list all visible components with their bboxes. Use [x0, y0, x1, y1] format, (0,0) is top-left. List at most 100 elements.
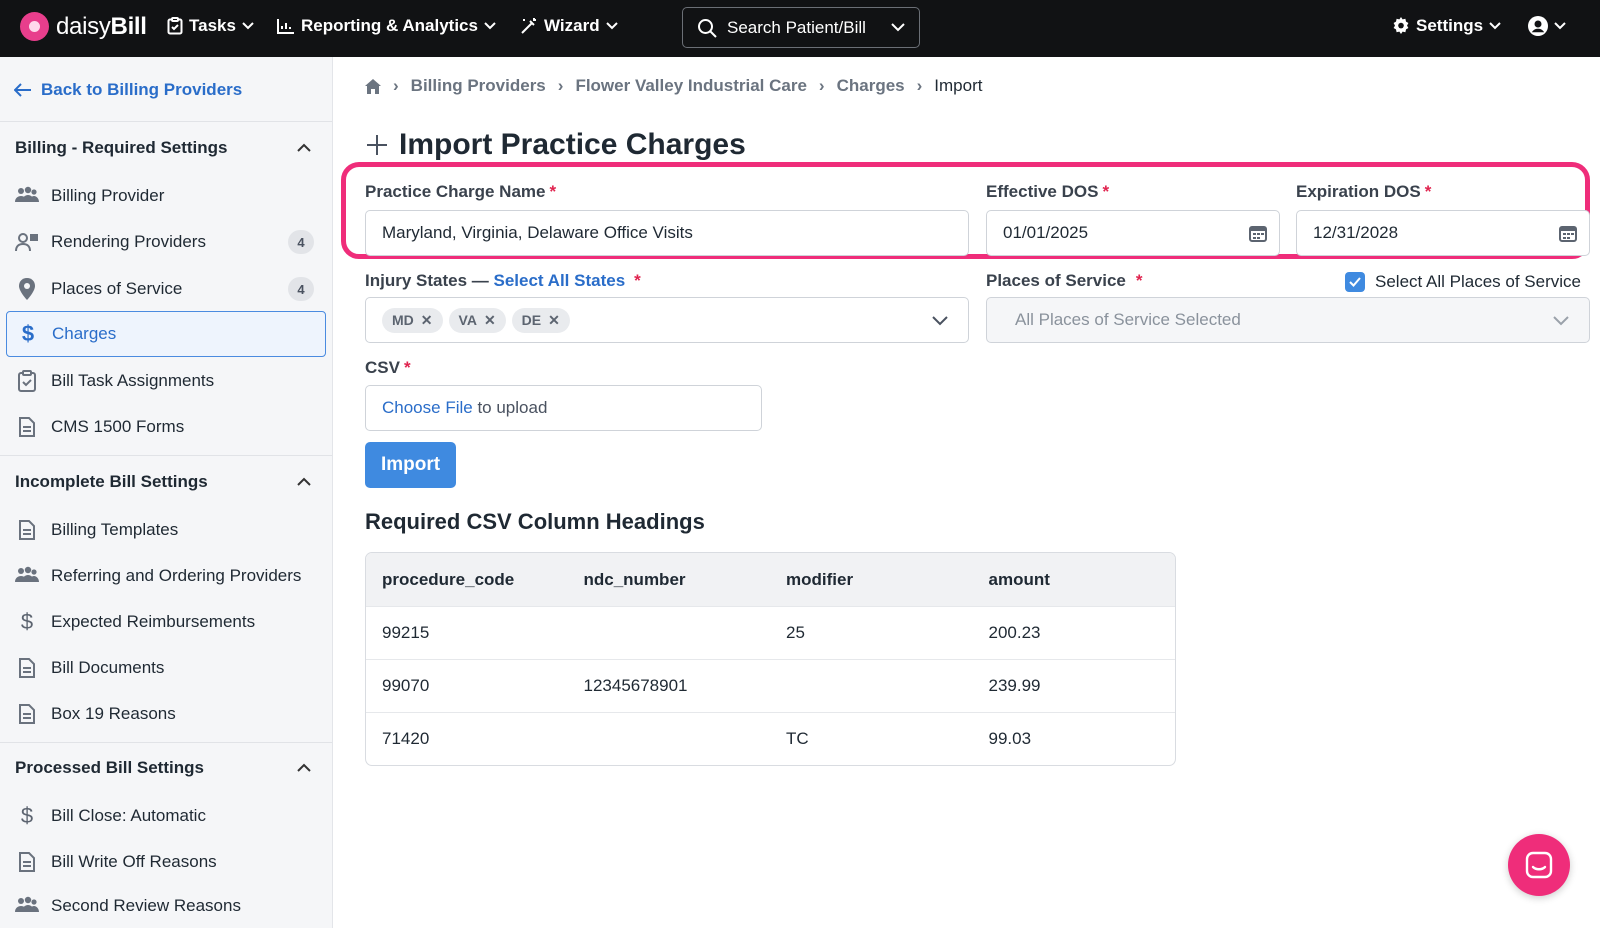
dollar-icon: $ — [21, 321, 35, 346]
sidebar-item-label: Charges — [52, 324, 117, 343]
daisybill-logo[interactable]: daisyBill — [20, 12, 147, 41]
sidebar-item-expected-reimbursements[interactable]: $ Expected Reimbursements — [6, 600, 326, 644]
people-icon — [15, 564, 39, 588]
chart-bars-icon — [277, 19, 294, 34]
sidebar-item-bill-write-off-reasons[interactable]: Bill Write Off Reasons — [6, 840, 326, 884]
sidebar-item-bill-task-assignments[interactable]: Bill Task Assignments — [6, 359, 326, 403]
nav-tasks[interactable]: Tasks — [167, 16, 254, 36]
csv-file-input[interactable]: Choose File to upload — [365, 385, 762, 431]
chevron-down-icon — [605, 22, 618, 30]
sidebar-item-box-19-reasons[interactable]: Box 19 Reasons — [6, 692, 326, 736]
magic-wand-icon — [521, 18, 536, 34]
sidebar-item-label: Bill Task Assignments — [51, 371, 215, 390]
chevron-up-icon[interactable] — [297, 143, 311, 152]
sidebar-item-label: Rendering Providers — [51, 232, 206, 251]
column-header: amount — [988, 569, 1050, 589]
select-all-pos-checkbox[interactable]: Select All Places of Service — [1345, 272, 1581, 292]
remove-x-icon[interactable]: ✕ — [421, 312, 433, 329]
search-icon — [698, 18, 717, 38]
practice-charge-name-input[interactable]: Maryland, Virginia, Delaware Office Visi… — [365, 210, 969, 256]
remove-x-icon[interactable]: ✕ — [484, 312, 496, 329]
to-upload-text: to upload — [477, 398, 548, 417]
search-label: Search Patient/Bill — [727, 17, 866, 37]
injury-states-label: Injury States — Select All States * — [365, 271, 641, 290]
back-to-billing-providers-link[interactable]: Back to Billing Providers — [14, 80, 242, 100]
breadcrumb-separator: › — [916, 76, 923, 95]
sidebar-item-label: Box 19 Reasons — [51, 704, 176, 723]
gear-icon — [1393, 17, 1409, 34]
expiration-dos-label: Expiration DOS * — [1296, 182, 1432, 201]
choose-file-link[interactable]: Choose File — [382, 398, 473, 418]
calendar-icon[interactable] — [1559, 224, 1577, 242]
checkbox-checked-icon[interactable] — [1345, 272, 1365, 292]
page-title: Import Practice Charges — [365, 128, 746, 162]
breadcrumb-charges[interactable]: Charges — [837, 76, 905, 96]
nav-reporting-label: Reporting & Analytics — [301, 16, 478, 35]
sidebar-item-second-review-reasons[interactable]: Second Review Reasons — [6, 884, 326, 928]
arrow-left-icon — [14, 83, 31, 97]
chevron-up-icon[interactable] — [297, 763, 311, 772]
breadcrumb-flower-valley[interactable]: Flower Valley Industrial Care — [575, 76, 806, 96]
breadcrumb-separator: › — [818, 76, 825, 95]
section-title-incomplete-bill: Incomplete Bill Settings — [15, 472, 208, 491]
table-cell: 12345678901 — [583, 676, 688, 695]
sidebar-item-rendering-providers[interactable]: Rendering Providers 4 — [6, 220, 326, 264]
sidebar-item-label: CMS 1500 Forms — [51, 417, 185, 436]
sidebar-item-billing-templates[interactable]: Billing Templates — [6, 508, 326, 552]
sidebar-item-bill-close-automatic[interactable]: $ Bill Close: Automatic — [6, 794, 326, 838]
nav-settings-label: Settings — [1416, 16, 1484, 35]
select-all-states-link[interactable]: Select All States — [494, 271, 626, 290]
chevron-down-icon — [932, 316, 948, 326]
clipboard-check-icon — [167, 17, 183, 35]
home-icon[interactable] — [365, 78, 381, 94]
calendar-icon[interactable] — [1249, 224, 1267, 242]
chevron-down-icon — [484, 22, 496, 30]
required-csv-heading: Required CSV Column Headings — [365, 509, 705, 534]
sidebar-item-referring-ordering-providers[interactable]: Referring and Ordering Providers — [6, 554, 326, 598]
sidebar-item-billing-provider[interactable]: Billing Provider — [6, 174, 326, 218]
column-header: modifier — [786, 569, 854, 589]
brand-name: daisyBill — [56, 12, 147, 40]
table-cell: 25 — [786, 623, 805, 642]
csv-columns-table: procedure_code ndc_number modifier amoun… — [365, 552, 1176, 766]
table-header-row: procedure_code ndc_number modifier amoun… — [366, 553, 1175, 606]
search-patient-bill[interactable]: Search Patient/Bill — [682, 7, 920, 48]
nav-settings[interactable]: Settings — [1392, 16, 1501, 36]
sidebar-item-label: Places of Service — [51, 279, 183, 298]
remove-x-icon[interactable]: ✕ — [548, 312, 560, 329]
sidebar-item-label: Bill Write Off Reasons — [51, 852, 217, 871]
state-tag-de: DE ✕ — [511, 307, 570, 333]
sidebar-item-cms-1500-forms[interactable]: CMS 1500 Forms — [6, 405, 326, 449]
breadcrumb-import: Import — [934, 76, 983, 95]
count-badge: 4 — [288, 230, 314, 254]
chevron-down-icon — [1554, 22, 1566, 30]
divider — [0, 455, 332, 456]
breadcrumb-billing-providers[interactable]: Billing Providers — [411, 76, 546, 96]
nav-wizard[interactable]: Wizard — [520, 16, 618, 36]
injury-states-multiselect[interactable]: MD ✕ VA ✕ DE ✕ — [365, 297, 969, 343]
table-cell: 239.99 — [988, 676, 1041, 695]
people-icon — [15, 184, 39, 208]
effective-dos-input[interactable]: 01/01/2025 — [986, 210, 1280, 256]
sidebar-item-bill-documents[interactable]: Bill Documents — [6, 646, 326, 690]
places-of-service-label: Places of Service * — [986, 271, 1143, 290]
select-all-pos-label: Select All Places of Service — [1375, 272, 1581, 291]
nav-reporting[interactable]: Reporting & Analytics — [277, 16, 496, 36]
settings-sidebar: Back to Billing Providers Billing - Requ… — [0, 57, 333, 928]
top-navbar: daisyBill Tasks Reporting & Analytics Wi… — [0, 0, 1600, 57]
sidebar-item-charges[interactable]: $ Charges — [6, 311, 326, 357]
state-tag-md: MD ✕ — [382, 307, 443, 333]
user-menu[interactable] — [1528, 16, 1566, 36]
document-icon — [15, 702, 39, 726]
chat-launcher-button[interactable] — [1508, 834, 1570, 896]
import-button[interactable]: Import — [365, 442, 456, 488]
expiration-dos-input[interactable]: 12/31/2028 — [1296, 210, 1590, 256]
nav-wizard-label: Wizard — [544, 16, 600, 35]
dollar-icon: $ — [20, 609, 34, 634]
chevron-down-icon — [1489, 22, 1501, 30]
breadcrumb: › Billing Providers › Flower Valley Indu… — [365, 76, 982, 96]
places-of-service-select: All Places of Service Selected — [986, 297, 1590, 343]
chevron-up-icon[interactable] — [297, 477, 311, 486]
chat-icon — [1525, 851, 1553, 879]
sidebar-item-places-of-service[interactable]: Places of Service 4 — [6, 267, 326, 311]
